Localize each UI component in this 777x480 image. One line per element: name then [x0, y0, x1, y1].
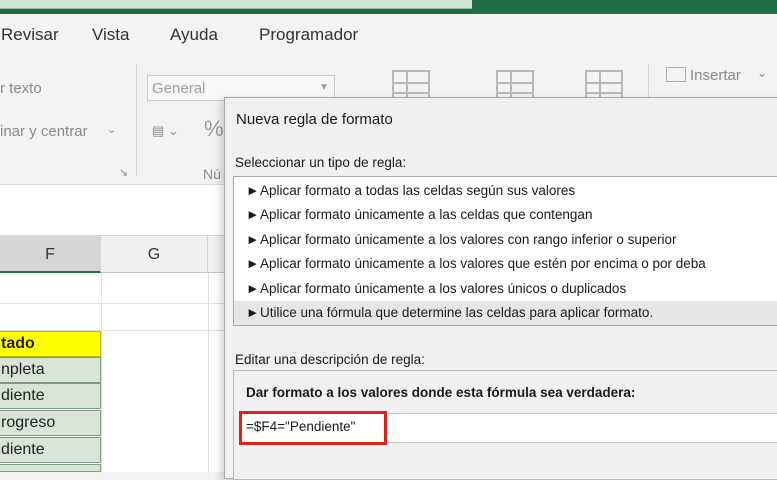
- insert-button[interactable]: Insertar: [690, 67, 741, 84]
- tab-vista[interactable]: Vista: [92, 25, 130, 45]
- cell-f[interactable]: diente: [0, 383, 101, 409]
- column-header-g[interactable]: G: [101, 236, 208, 273]
- title-bar-inner: [0, 0, 472, 9]
- cell-f[interactable]: rogreso: [0, 410, 101, 436]
- column-line: [101, 273, 102, 473]
- merge-center-button[interactable]: inar y centrar: [0, 123, 88, 140]
- rule-type-item[interactable]: ►Aplicar formato a todas las celdas segú…: [234, 179, 777, 203]
- cell-f[interactable]: diente: [0, 437, 101, 463]
- rule-type-item[interactable]: ►Aplicar formato únicamente a las celdas…: [234, 203, 777, 227]
- arrow-right-icon: ►: [246, 305, 260, 320]
- wrap-text-button[interactable]: r texto: [0, 80, 42, 97]
- rule-type-label: Aplicar formato únicamente a los valores…: [260, 256, 706, 271]
- tab-revisar[interactable]: Revisar: [1, 25, 59, 45]
- chevron-down-icon[interactable]: ⌄: [107, 123, 116, 136]
- rule-type-label: Utilice una fórmula que determine las ce…: [260, 305, 654, 320]
- rule-type-label: Aplicar formato a todas las celdas según…: [260, 183, 576, 198]
- arrow-right-icon: ►: [246, 207, 260, 222]
- red-highlight-box: [239, 411, 387, 445]
- dialog-launcher-icon[interactable]: ↘: [119, 166, 128, 179]
- column-header-f[interactable]: F: [0, 236, 101, 273]
- chevron-down-icon[interactable]: ⌄: [757, 66, 767, 80]
- menu-bar: Revisar Vista Ayuda Programador: [0, 14, 777, 56]
- chevron-down-icon: ▼: [319, 82, 329, 93]
- arrow-right-icon: ►: [246, 232, 260, 247]
- rule-type-item[interactable]: ►Aplicar formato únicamente a los valore…: [234, 228, 777, 252]
- new-format-rule-dialog: Nueva regla de formato Seleccionar un ti…: [224, 97, 777, 480]
- edit-description-label: Editar una descripción de regla:: [235, 352, 425, 367]
- rule-type-label: Aplicar formato únicamente a las celdas …: [260, 207, 593, 222]
- rule-type-label: Aplicar formato únicamente a los valores…: [260, 232, 677, 247]
- insert-icon[interactable]: [666, 67, 686, 82]
- cell-f[interactable]: [0, 464, 101, 472]
- accounting-format-icon[interactable]: ▤ ⌄: [152, 123, 179, 139]
- arrow-right-icon: ►: [246, 183, 260, 198]
- arrow-right-icon: ►: [246, 281, 260, 296]
- dialog-title: Nueva regla de formato: [236, 111, 393, 128]
- formula-heading: Dar formato a los valores donde esta fór…: [246, 385, 636, 400]
- row-line: [0, 303, 230, 304]
- cell-f[interactable]: npleta: [0, 357, 101, 383]
- rule-description-box: Dar formato a los valores donde esta fór…: [233, 370, 777, 480]
- rule-type-list[interactable]: ►Aplicar formato a todas las celdas segú…: [233, 176, 777, 326]
- rule-type-item[interactable]: ►Aplicar formato únicamente a los valore…: [234, 252, 777, 276]
- cell-f-header[interactable]: tado: [0, 331, 101, 357]
- rule-type-item[interactable]: ►Aplicar formato únicamente a los valore…: [234, 277, 777, 301]
- number-format-value: General: [152, 80, 206, 97]
- title-bar: [0, 0, 777, 14]
- tab-programador[interactable]: Programador: [259, 25, 358, 45]
- number-group-label: Nú: [203, 166, 221, 182]
- column-line: [208, 273, 209, 473]
- select-rule-type-label: Seleccionar un tipo de regla:: [235, 155, 407, 170]
- rule-type-label: Aplicar formato únicamente a los valores…: [260, 281, 627, 296]
- tab-ayuda[interactable]: Ayuda: [170, 25, 218, 45]
- group-separator: [136, 64, 137, 176]
- percent-icon[interactable]: %: [204, 116, 224, 142]
- rule-type-item-selected[interactable]: ►Utilice una fórmula que determine las c…: [234, 301, 777, 325]
- arrow-right-icon: ►: [246, 256, 260, 271]
